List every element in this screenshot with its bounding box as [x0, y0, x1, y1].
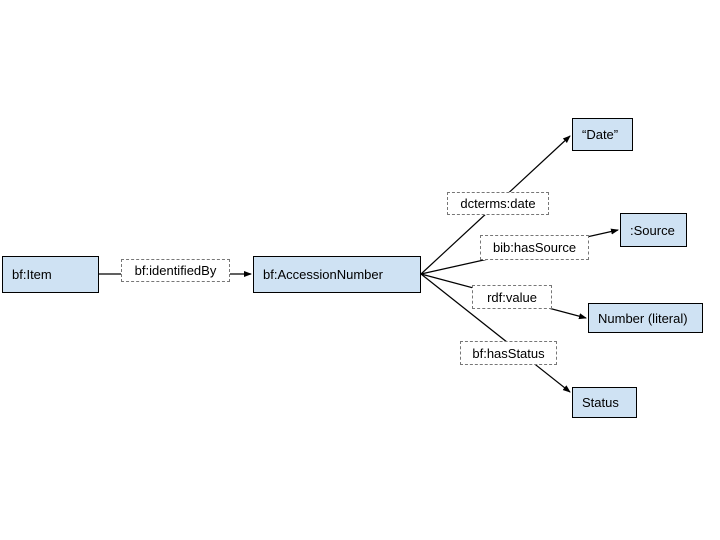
edge-label-date: dcterms:date	[447, 192, 549, 215]
edge-label-has-status: bf:hasStatus	[460, 341, 557, 365]
node-item: bf:Item	[2, 256, 99, 293]
node-status: Status	[572, 387, 637, 418]
edge-label-value: rdf:value	[472, 285, 552, 309]
node-source: :Source	[620, 213, 687, 247]
node-date: “Date”	[572, 118, 633, 151]
edge-label-identified-by: bf:identifiedBy	[121, 259, 230, 282]
edge-label-has-source: bib:hasSource	[480, 235, 589, 260]
node-number-literal: Number (literal)	[588, 303, 703, 333]
node-accession-number: bf:AccessionNumber	[253, 256, 421, 293]
